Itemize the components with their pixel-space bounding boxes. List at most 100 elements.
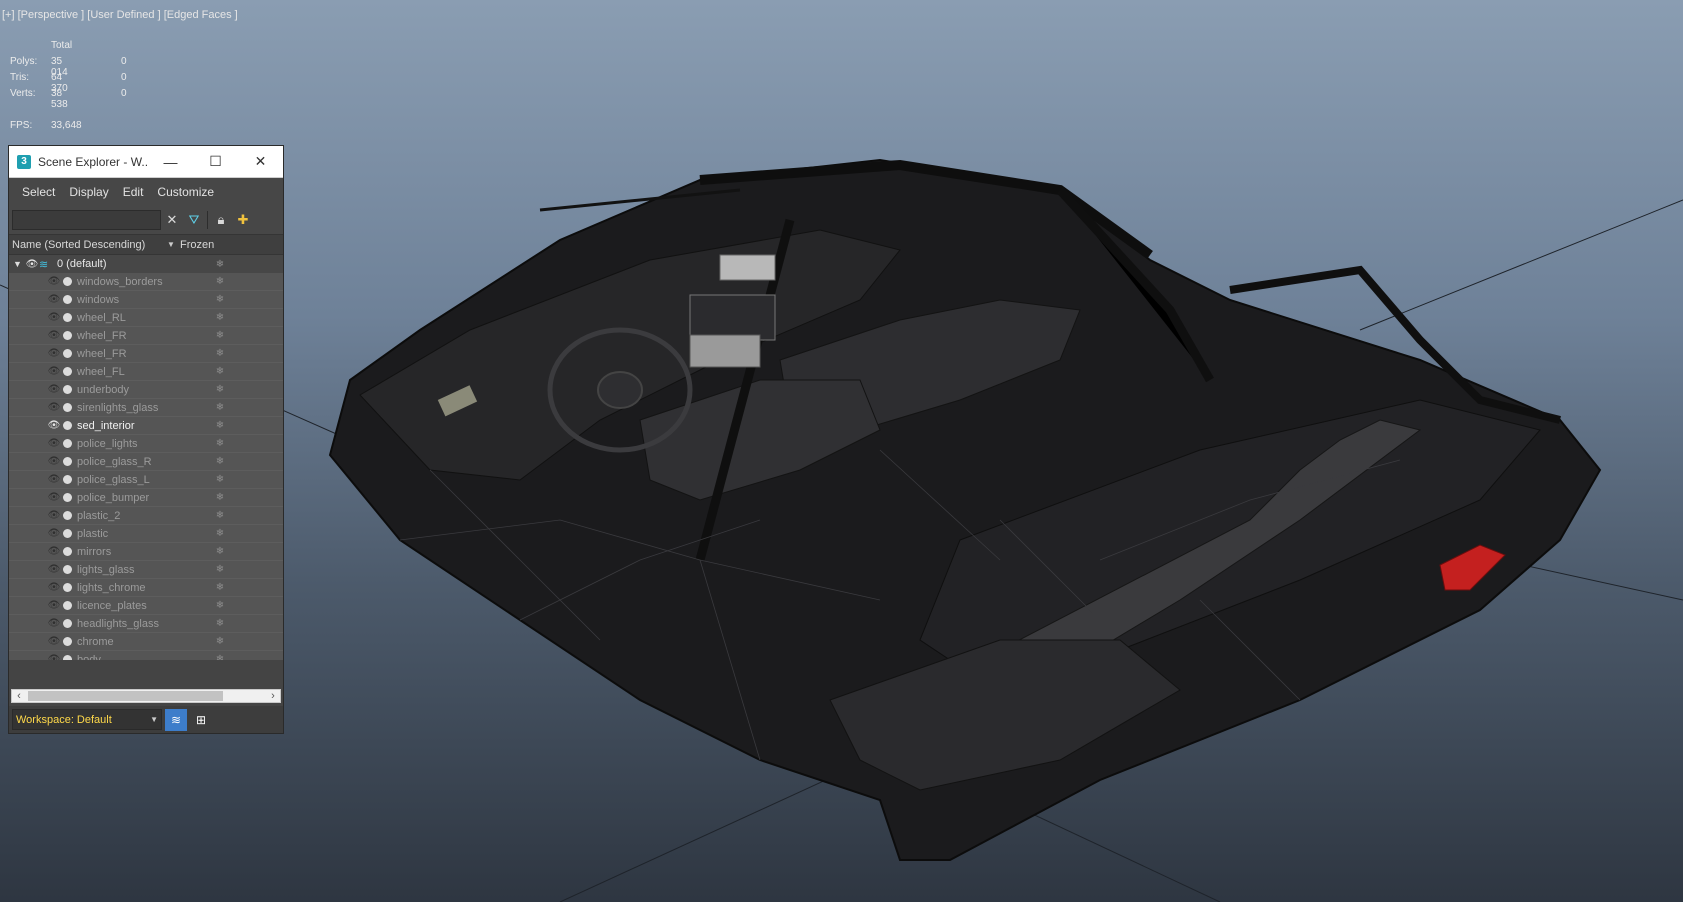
eye-icon[interactable]: 👁︎ xyxy=(47,456,61,467)
eye-icon[interactable]: 👁︎ xyxy=(47,636,61,647)
scroll-left-icon[interactable]: ‹ xyxy=(12,690,26,702)
list-item[interactable]: 👁︎ wheel_FR ❄ xyxy=(9,345,283,363)
list-item[interactable]: 👁︎ licence_plates ❄ xyxy=(9,597,283,615)
eye-icon[interactable]: 👁︎ xyxy=(47,600,61,611)
list-item[interactable]: 👁︎ lights_glass ❄ xyxy=(9,561,283,579)
eye-icon[interactable]: 👁︎ xyxy=(47,402,61,413)
menu-select[interactable]: Select xyxy=(15,178,62,206)
list-item[interactable]: 👁︎ wheel_FR ❄ xyxy=(9,327,283,345)
list-item[interactable]: 👁︎ sirenlights_glass ❄ xyxy=(9,399,283,417)
object-dot-icon xyxy=(63,655,72,660)
list-item[interactable]: 👁︎ windows_borders ❄ xyxy=(9,273,283,291)
close-icon[interactable]: ✕ xyxy=(238,146,283,177)
snowflake-icon[interactable]: ❄ xyxy=(195,546,245,557)
eye-icon[interactable]: 👁︎ xyxy=(47,294,61,305)
eye-icon[interactable]: 👁︎ xyxy=(47,492,61,503)
snowflake-icon[interactable]: ❄ xyxy=(195,330,245,341)
list-item[interactable]: 👁︎ police_lights ❄ xyxy=(9,435,283,453)
scene-explorer-titlebar[interactable]: 3 Scene Explorer - W... — ☐ ✕ xyxy=(9,146,283,178)
object-list[interactable]: ▼ 👁︎ ≋ 0 (default) ❄ 👁︎ windows_borders ❄ 👁… xyxy=(9,255,283,660)
snowflake-icon[interactable]: ❄ xyxy=(195,276,245,287)
snowflake-icon[interactable]: ❄ xyxy=(195,618,245,629)
scroll-thumb[interactable] xyxy=(28,691,223,701)
clear-search-icon[interactable]: ✕ xyxy=(161,209,183,231)
eye-icon[interactable]: 👁︎ xyxy=(47,330,61,341)
eye-icon[interactable]: 👁︎ xyxy=(47,546,61,557)
minimize-icon[interactable]: — xyxy=(148,146,193,177)
column-frozen[interactable]: Frozen xyxy=(177,239,214,251)
horizontal-scrollbar[interactable]: ‹ › xyxy=(11,689,281,703)
eye-icon[interactable]: 👁︎ xyxy=(47,276,61,287)
snowflake-icon[interactable]: ❄ xyxy=(195,492,245,503)
snowflake-icon[interactable]: ❄ xyxy=(195,402,245,413)
eye-icon[interactable]: 👁︎ xyxy=(47,474,61,485)
snowflake-icon[interactable]: ❄ xyxy=(195,528,245,539)
layer-stack-icon: ≋ xyxy=(39,258,49,271)
snowflake-icon[interactable]: ❄ xyxy=(195,420,245,431)
list-item[interactable]: 👁︎ police_glass_L ❄ xyxy=(9,471,283,489)
menu-edit[interactable]: Edit xyxy=(116,178,151,206)
list-item[interactable]: 👁︎ police_bumper ❄ xyxy=(9,489,283,507)
list-item[interactable]: 👁︎ sed_interior ❄ xyxy=(9,417,283,435)
snowflake-icon[interactable]: ❄ xyxy=(195,259,245,270)
snowflake-icon[interactable]: ❄ xyxy=(195,438,245,449)
list-item[interactable]: 👁︎ wheel_RL ❄ xyxy=(9,309,283,327)
expand-arrow-icon[interactable]: ▼ xyxy=(13,259,25,269)
snowflake-icon[interactable]: ❄ xyxy=(195,654,245,660)
sort-by-hierarchy-icon[interactable]: ⊞ xyxy=(190,709,212,731)
list-item[interactable]: 👁︎ headlights_glass ❄ xyxy=(9,615,283,633)
eye-icon[interactable]: 👁︎ xyxy=(47,528,61,539)
snowflake-icon[interactable]: ❄ xyxy=(195,582,245,593)
list-item[interactable]: 👁︎ police_glass_R ❄ xyxy=(9,453,283,471)
eye-icon[interactable]: 👁︎ xyxy=(47,366,61,377)
list-item[interactable]: 👁︎ plastic_2 ❄ xyxy=(9,507,283,525)
list-item[interactable]: 👁︎ chrome ❄ xyxy=(9,633,283,651)
sort-arrow-icon[interactable]: ▼ xyxy=(167,240,177,249)
add-layer-icon[interactable]: ✚ xyxy=(232,209,254,231)
layer-row[interactable]: ▼ 👁︎ ≋ 0 (default) ❄ xyxy=(9,255,283,273)
scene-explorer-panel[interactable]: 3 Scene Explorer - W... — ☐ ✕ Select Dis… xyxy=(8,145,284,734)
workspace-dropdown[interactable]: Workspace: Default ▼ xyxy=(12,709,162,730)
scroll-right-icon[interactable]: › xyxy=(266,690,280,702)
eye-icon[interactable]: 👁︎ xyxy=(47,654,61,660)
list-item[interactable]: 👁︎ plastic ❄ xyxy=(9,525,283,543)
list-item[interactable]: 👁︎ body ❄ xyxy=(9,651,283,660)
eye-icon[interactable]: 👁︎ xyxy=(47,348,61,359)
eye-icon[interactable]: 👁︎ xyxy=(47,510,61,521)
eye-icon[interactable]: 👁︎ xyxy=(47,582,61,593)
lock-icon[interactable]: 🔒︎ xyxy=(210,209,232,231)
filter-icon[interactable]: ⛛ xyxy=(183,209,205,231)
object-name: underbody xyxy=(77,383,129,396)
eye-icon[interactable]: 👁︎ xyxy=(47,420,61,431)
list-item[interactable]: 👁︎ wheel_FL ❄ xyxy=(9,363,283,381)
workspace-label: Workspace: Default xyxy=(16,713,112,726)
list-item[interactable]: 👁︎ lights_chrome ❄ xyxy=(9,579,283,597)
list-item[interactable]: 👁︎ mirrors ❄ xyxy=(9,543,283,561)
column-name[interactable]: Name (Sorted Descending) xyxy=(9,239,167,251)
maximize-icon[interactable]: ☐ xyxy=(193,146,238,177)
menu-customize[interactable]: Customize xyxy=(150,178,221,206)
list-item[interactable]: 👁︎ underbody ❄ xyxy=(9,381,283,399)
eye-icon[interactable]: 👁︎ xyxy=(47,312,61,323)
list-item[interactable]: 👁︎ windows ❄ xyxy=(9,291,283,309)
eye-icon[interactable]: 👁︎ xyxy=(47,564,61,575)
eye-icon[interactable]: 👁︎ xyxy=(47,438,61,449)
snowflake-icon[interactable]: ❄ xyxy=(195,384,245,395)
sort-by-layer-icon[interactable]: ≋ xyxy=(165,708,187,731)
search-input[interactable] xyxy=(12,210,161,230)
eye-icon[interactable]: 👁︎ xyxy=(47,618,61,629)
eye-icon[interactable]: 👁︎ xyxy=(25,259,39,270)
snowflake-icon[interactable]: ❄ xyxy=(195,312,245,323)
snowflake-icon[interactable]: ❄ xyxy=(195,456,245,467)
snowflake-icon[interactable]: ❄ xyxy=(195,474,245,485)
menu-display[interactable]: Display xyxy=(62,178,115,206)
snowflake-icon[interactable]: ❄ xyxy=(195,636,245,647)
snowflake-icon[interactable]: ❄ xyxy=(195,366,245,377)
snowflake-icon[interactable]: ❄ xyxy=(195,510,245,521)
viewport-label[interactable]: [+] [Perspective ] [User Defined ] [Edge… xyxy=(2,9,238,21)
eye-icon[interactable]: 👁︎ xyxy=(47,384,61,395)
snowflake-icon[interactable]: ❄ xyxy=(195,564,245,575)
snowflake-icon[interactable]: ❄ xyxy=(195,600,245,611)
snowflake-icon[interactable]: ❄ xyxy=(195,348,245,359)
snowflake-icon[interactable]: ❄ xyxy=(195,294,245,305)
